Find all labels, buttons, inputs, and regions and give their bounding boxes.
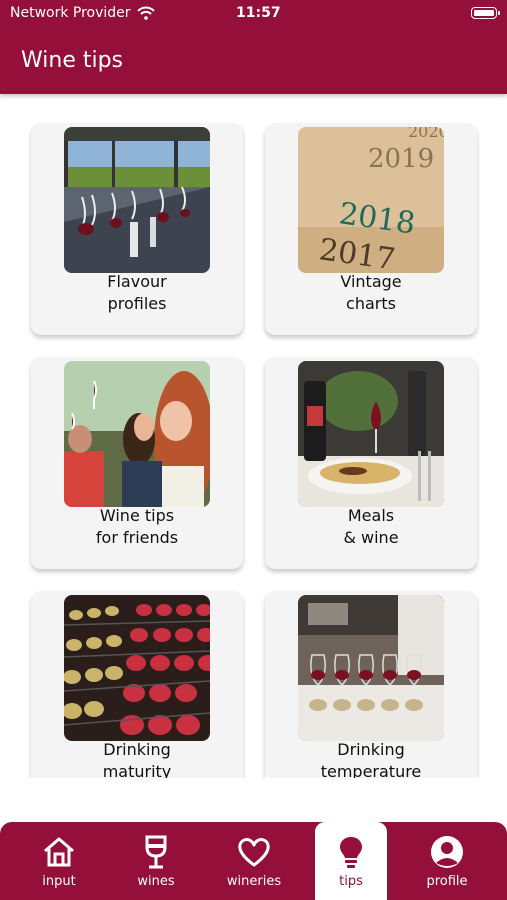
tab-label: wines: [137, 874, 175, 889]
home-icon: [44, 837, 74, 867]
wine-glass-icon: [145, 835, 167, 869]
tip-card-drinking-temperature[interactable]: Drinking temperature: [265, 591, 477, 778]
card-label: Drinking maturity: [102, 740, 172, 778]
tip-card-flavour-profiles[interactable]: Flavour profiles: [31, 123, 243, 335]
svg-text:2019: 2019: [368, 144, 434, 174]
tip-card-meals-and-wine[interactable]: Meals & wine: [265, 357, 477, 569]
tab-input[interactable]: input: [19, 822, 99, 900]
card-label: Wine tips for friends: [95, 506, 179, 547]
heart-icon: [238, 838, 270, 867]
card-label: Vintage charts: [340, 272, 402, 313]
page-title: Wine tips: [21, 48, 124, 73]
flavour-profiles-image: [64, 127, 210, 273]
card-label: Flavour profiles: [107, 272, 167, 313]
tip-card-wine-tips-for-friends[interactable]: Wine tips for friends: [31, 357, 243, 569]
tab-label: tips: [339, 874, 363, 889]
tab-tips[interactable]: tips: [315, 822, 387, 900]
vintage-charts-image: 2020 2019 2018 2017: [298, 127, 444, 273]
bottom-tab-bar: input wines wineries tips profile: [0, 822, 507, 900]
wifi-icon: [136, 6, 155, 20]
tip-card-drinking-maturity[interactable]: Drinking maturity: [31, 591, 243, 778]
svg-text:2020: 2020: [408, 127, 444, 141]
battery-icon: [471, 7, 500, 19]
tip-card-vintage-charts[interactable]: 2020 2019 2018 2017 Vintage charts: [265, 123, 477, 335]
meals-and-wine-image: [298, 361, 444, 507]
card-label: Drinking temperature: [320, 740, 422, 778]
tab-label: profile: [426, 874, 468, 889]
wine-tips-for-friends-image: [64, 361, 210, 507]
app-header: Network Provider 11:57 Wine tips: [0, 0, 507, 94]
tab-label: wineries: [226, 874, 282, 889]
tab-wineries[interactable]: wineries: [214, 822, 294, 900]
tab-label: input: [42, 874, 76, 889]
carrier-label: Network Provider: [10, 5, 131, 21]
status-time: 11:57: [236, 5, 281, 21]
tab-wines[interactable]: wines: [116, 822, 196, 900]
card-label: Meals & wine: [343, 506, 399, 547]
profile-icon: [431, 836, 463, 868]
tab-profile[interactable]: profile: [407, 822, 487, 900]
status-carrier: Network Provider: [10, 5, 155, 21]
tips-grid: Flavour profiles 2020 2019 2018 2017 Vin…: [0, 94, 507, 778]
lightbulb-icon: [340, 837, 362, 868]
drinking-temperature-image: [298, 595, 444, 741]
drinking-maturity-image: [64, 595, 210, 741]
